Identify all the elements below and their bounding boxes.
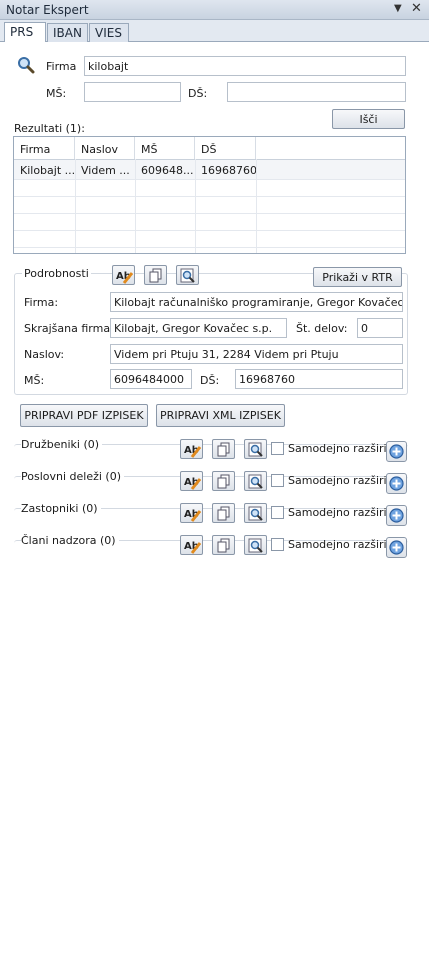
tab-prs[interactable]: PRS (4, 22, 46, 42)
details-group-label: Podrobnosti (22, 267, 91, 280)
auto-expand-label: Samodejno razširi (288, 506, 387, 519)
prepare-xml-button[interactable]: PRIPRAVI XML IZPISEK (156, 404, 285, 427)
tab-vies[interactable]: VIES (89, 23, 129, 42)
copy-icon-button[interactable] (144, 265, 167, 285)
results-label: Rezultati (1): (14, 122, 85, 135)
naslov-field[interactable]: Videm pri Ptuju 31, 2284 Videm pri Ptuju (110, 344, 403, 364)
close-icon[interactable]: ✕ (411, 1, 422, 16)
ms-search-label: MŠ: (46, 87, 67, 100)
copy-icon (217, 506, 230, 521)
cell-ds: 16968760 (201, 164, 256, 177)
plus-circle-icon (389, 476, 404, 491)
st-delov-field[interactable]: 0 (357, 318, 403, 338)
ds-field[interactable]: 16968760 (235, 369, 403, 389)
text-edit-icon: Ab (184, 541, 201, 554)
copy-icon-button[interactable] (212, 471, 235, 491)
column-header-ms[interactable]: MŠ (135, 137, 195, 159)
cell-firma: Kilobajt ... (20, 164, 75, 177)
find-icon-button[interactable] (244, 439, 267, 459)
column-header-firma[interactable]: Firma (14, 137, 75, 159)
column-header-ds[interactable]: DŠ (195, 137, 256, 159)
window-titlebar: Notar Ekspert ▼ ✕ (0, 0, 429, 20)
copy-icon (217, 442, 230, 457)
skrajsana-firma-field[interactable]: Kilobajt, Gregor Kovačec s.p. (110, 318, 287, 338)
find-icon (248, 538, 263, 553)
edit-icon-button[interactable]: Ab (180, 503, 203, 523)
find-icon (248, 474, 263, 489)
auto-expand-label: Samodejno razširi (288, 442, 387, 455)
text-edit-icon: Ab (116, 271, 133, 284)
table-row[interactable]: Kilobajt ... Videm ... 609648... 1696876… (14, 160, 405, 179)
section-label-poslovni-delezi: Poslovni deleži (0) (21, 470, 125, 483)
ms-search-input[interactable] (84, 82, 181, 102)
tab-iban[interactable]: IBAN (47, 23, 88, 42)
prepare-pdf-button[interactable]: PRIPRAVI PDF IZPISEK (20, 404, 148, 427)
firma-search-label: Firma (46, 60, 77, 73)
naslov-label: Naslov: (24, 348, 65, 361)
text-edit-icon: Ab (184, 445, 201, 458)
ms-label: MŠ: (24, 374, 45, 387)
firma-field[interactable]: Kilobajt računalniško programiranje, Gre… (110, 292, 403, 312)
plus-circle-icon (389, 508, 404, 523)
find-icon-button[interactable] (176, 265, 199, 285)
section-label-zastopniki: Zastopniki (0) (21, 502, 101, 515)
window-title: Notar Ekspert (6, 3, 89, 17)
find-icon-button[interactable] (244, 503, 267, 523)
search-button[interactable]: Išči (332, 109, 405, 129)
magnifier-icon (17, 56, 35, 77)
show-in-rtr-button[interactable]: Prikaži v RTR (313, 267, 402, 287)
auto-expand-checkbox[interactable] (271, 442, 284, 455)
dropdown-icon[interactable]: ▼ (394, 3, 402, 14)
expand-button[interactable] (386, 505, 407, 526)
copy-icon-button[interactable] (212, 535, 235, 555)
copy-icon-button[interactable] (212, 503, 235, 523)
ds-search-input[interactable] (227, 82, 406, 102)
edit-icon-button[interactable]: Ab (112, 265, 135, 285)
auto-expand-checkbox[interactable] (271, 506, 284, 519)
find-icon (248, 442, 263, 457)
ds-label: DŠ: (200, 374, 220, 387)
copy-icon (149, 268, 162, 283)
text-edit-icon: Ab (184, 509, 201, 522)
cell-ms: 609648... (141, 164, 194, 177)
st-delov-label: Št. delov: (296, 322, 348, 335)
copy-icon (217, 538, 230, 553)
auto-expand-label: Samodejno razširi (288, 474, 387, 487)
expand-button[interactable] (386, 473, 407, 494)
results-table: Firma Naslov MŠ DŠ Kilobajt ... Videm ..… (13, 136, 406, 254)
ms-field[interactable]: 6096484000 (110, 369, 192, 389)
firma-search-input[interactable]: kilobajt (84, 56, 406, 76)
text-edit-icon: Ab (184, 477, 201, 490)
firma-label: Firma: (24, 296, 59, 309)
find-icon (248, 506, 263, 521)
section-label-druzbeniki: Družbeniki (0) (21, 438, 103, 451)
auto-expand-checkbox[interactable] (271, 474, 284, 487)
expand-button[interactable] (386, 537, 407, 558)
ds-search-label: DŠ: (188, 87, 208, 100)
skrajsana-firma-label: Skrajšana firma: (24, 322, 114, 335)
edit-icon-button[interactable]: Ab (180, 535, 203, 555)
edit-icon-button[interactable]: Ab (180, 471, 203, 491)
plus-circle-icon (389, 540, 404, 555)
auto-expand-checkbox[interactable] (271, 538, 284, 551)
auto-expand-label: Samodejno razširi (288, 538, 387, 551)
column-header-naslov[interactable]: Naslov (75, 137, 135, 159)
find-icon (180, 268, 195, 283)
copy-icon (217, 474, 230, 489)
copy-icon-button[interactable] (212, 439, 235, 459)
section-label-clani-nadzora: Člani nadzora (0) (21, 534, 119, 547)
tab-strip: PRS IBAN VIES (0, 20, 429, 42)
find-icon-button[interactable] (244, 471, 267, 491)
edit-icon-button[interactable]: Ab (180, 439, 203, 459)
expand-button[interactable] (386, 441, 407, 462)
find-icon-button[interactable] (244, 535, 267, 555)
cell-naslov: Videm ... (81, 164, 130, 177)
plus-circle-icon (389, 444, 404, 459)
